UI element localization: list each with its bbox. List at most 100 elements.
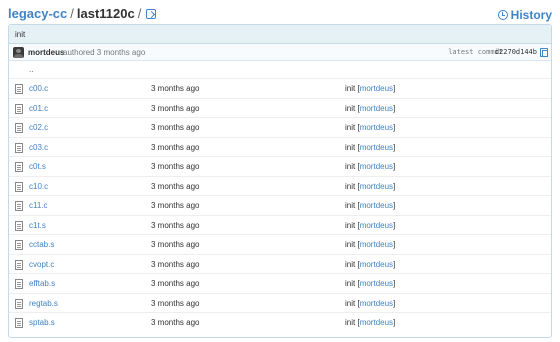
file-commit-author-link[interactable]: mortdeus — [360, 279, 393, 288]
file-name-link[interactable]: c10.c — [29, 177, 48, 196]
commit-sha-link[interactable]: d2270d144b — [495, 44, 537, 61]
breadcrumb-separator: / — [70, 6, 74, 21]
file-commit-author-link[interactable]: mortdeus — [360, 143, 393, 152]
file-commit-message: init [mortdeus] — [345, 240, 396, 249]
file-name-link[interactable]: c03.c — [29, 138, 48, 157]
file-commit-author-link[interactable]: mortdeus — [360, 240, 393, 249]
file-name-link[interactable]: c0t.s — [29, 157, 46, 176]
file-commit-message: init [mortdeus] — [345, 103, 396, 113]
copy-sha-icon[interactable] — [540, 48, 548, 57]
breadcrumb-repo-link[interactable]: legacy-cc — [8, 6, 67, 21]
history-link[interactable]: History — [497, 8, 552, 22]
file-commit-text[interactable]: init — [345, 240, 355, 249]
file-icon — [15, 123, 23, 133]
commit-author[interactable]: mortdeus — [28, 44, 64, 61]
file-commit-text[interactable]: init — [345, 221, 355, 230]
copy-path-icon[interactable] — [146, 9, 157, 19]
file-list: c00.c 3 months ago init [mortdeus] c01.c… — [9, 79, 551, 333]
file-age: 3 months ago — [151, 240, 200, 249]
file-name-link[interactable]: cvopt.c — [29, 255, 54, 274]
file-commit-author-link[interactable]: mortdeus — [360, 299, 393, 308]
file-commit-author-link[interactable]: mortdeus — [360, 104, 393, 113]
file-name-link[interactable]: c00.c — [29, 79, 48, 98]
commit-title: init — [9, 25, 551, 44]
file-icon — [15, 142, 23, 153]
file-commit-author-link[interactable]: mortdeus — [360, 221, 393, 230]
file-icon — [15, 298, 23, 309]
parent-directory-link[interactable]: .. — [9, 61, 551, 79]
file-commit-text[interactable]: init — [345, 260, 355, 269]
file-commit-text[interactable]: init — [345, 143, 355, 152]
file-commit-text[interactable]: init — [345, 299, 355, 308]
file-row: c1t.s 3 months ago init [mortdeus] — [9, 216, 551, 235]
file-commit-text[interactable]: init — [345, 279, 355, 288]
file-commit-message: init [mortdeus] — [345, 201, 396, 210]
clock-icon — [497, 10, 508, 20]
file-row: cvopt.c 3 months ago init [mortdeus] — [9, 255, 551, 274]
file-browser: init mortdeus authored 3 months ago late… — [8, 24, 552, 338]
file-name-link[interactable]: efftab.s — [29, 274, 55, 293]
file-name-link[interactable]: c11.c — [29, 196, 48, 215]
file-commit-message: init [mortdeus] — [345, 142, 396, 152]
file-row: sptab.s 3 months ago init [mortdeus] — [9, 313, 551, 333]
file-age: 3 months ago — [151, 298, 200, 308]
avatar[interactable] — [13, 47, 24, 58]
file-row: c01.c 3 months ago init [mortdeus] — [9, 99, 551, 118]
file-commit-text[interactable]: init — [345, 84, 355, 93]
file-row: c02.c 3 months ago init [mortdeus] — [9, 118, 551, 138]
file-commit-message: init [mortdeus] — [345, 279, 396, 288]
file-age: 3 months ago — [151, 142, 200, 152]
file-row: c10.c 3 months ago init [mortdeus] — [9, 177, 551, 196]
file-name-link[interactable]: regtab.s — [29, 294, 58, 313]
file-icon — [15, 240, 23, 250]
file-row: c0t.s 3 months ago init [mortdeus] — [9, 157, 551, 177]
file-commit-text[interactable]: init — [345, 162, 355, 171]
file-commit-author-link[interactable]: mortdeus — [360, 201, 393, 210]
file-age: 3 months ago — [151, 259, 200, 269]
breadcrumb: legacy-cc / last1120c / — [8, 6, 157, 21]
file-commit-message: init [mortdeus] — [345, 259, 396, 269]
file-commit-author-link[interactable]: mortdeus — [360, 318, 393, 327]
file-name-link[interactable]: c01.c — [29, 99, 48, 118]
file-commit-message: init [mortdeus] — [345, 318, 396, 327]
file-age: 3 months ago — [151, 162, 200, 171]
file-commit-message: init [mortdeus] — [345, 298, 396, 308]
file-age: 3 months ago — [151, 84, 200, 93]
file-commit-text[interactable]: init — [345, 123, 355, 132]
breadcrumb-current-folder: last1120c — [76, 6, 135, 21]
file-commit-text[interactable]: init — [345, 318, 355, 327]
file-commit-text[interactable]: init — [345, 201, 355, 210]
file-name-link[interactable]: sptab.s — [29, 313, 55, 332]
file-icon — [15, 181, 23, 192]
file-age: 3 months ago — [151, 123, 200, 132]
file-icon — [15, 103, 23, 114]
file-icon — [15, 84, 23, 94]
file-row: c00.c 3 months ago init [mortdeus] — [9, 79, 551, 99]
file-commit-message: init [mortdeus] — [345, 220, 396, 230]
file-row: c03.c 3 months ago init [mortdeus] — [9, 138, 551, 157]
file-icon — [15, 162, 23, 172]
file-commit-author-link[interactable]: mortdeus — [360, 84, 393, 93]
file-icon — [15, 318, 23, 328]
file-commit-author-link[interactable]: mortdeus — [360, 260, 393, 269]
file-name-link[interactable]: c02.c — [29, 118, 48, 137]
file-age: 3 months ago — [151, 318, 200, 327]
file-icon — [15, 201, 23, 211]
file-commit-author-link[interactable]: mortdeus — [360, 182, 393, 191]
file-row: regtab.s 3 months ago init [mortdeus] — [9, 294, 551, 313]
file-commit-author-link[interactable]: mortdeus — [360, 162, 393, 171]
breadcrumb-separator: / — [137, 6, 142, 21]
file-age: 3 months ago — [151, 279, 200, 288]
file-name-link[interactable]: cctab.s — [29, 235, 54, 254]
commit-authored-time: authored 3 months ago — [63, 48, 146, 57]
file-icon — [15, 259, 23, 270]
file-row: efftab.s 3 months ago init [mortdeus] — [9, 274, 551, 294]
file-age: 3 months ago — [151, 181, 200, 191]
file-age: 3 months ago — [151, 201, 200, 210]
file-row: cctab.s 3 months ago init [mortdeus] — [9, 235, 551, 255]
file-commit-text[interactable]: init — [345, 182, 355, 191]
file-commit-author-link[interactable]: mortdeus — [360, 123, 393, 132]
file-icon — [15, 220, 23, 231]
file-name-link[interactable]: c1t.s — [29, 216, 46, 235]
file-commit-text[interactable]: init — [345, 104, 355, 113]
